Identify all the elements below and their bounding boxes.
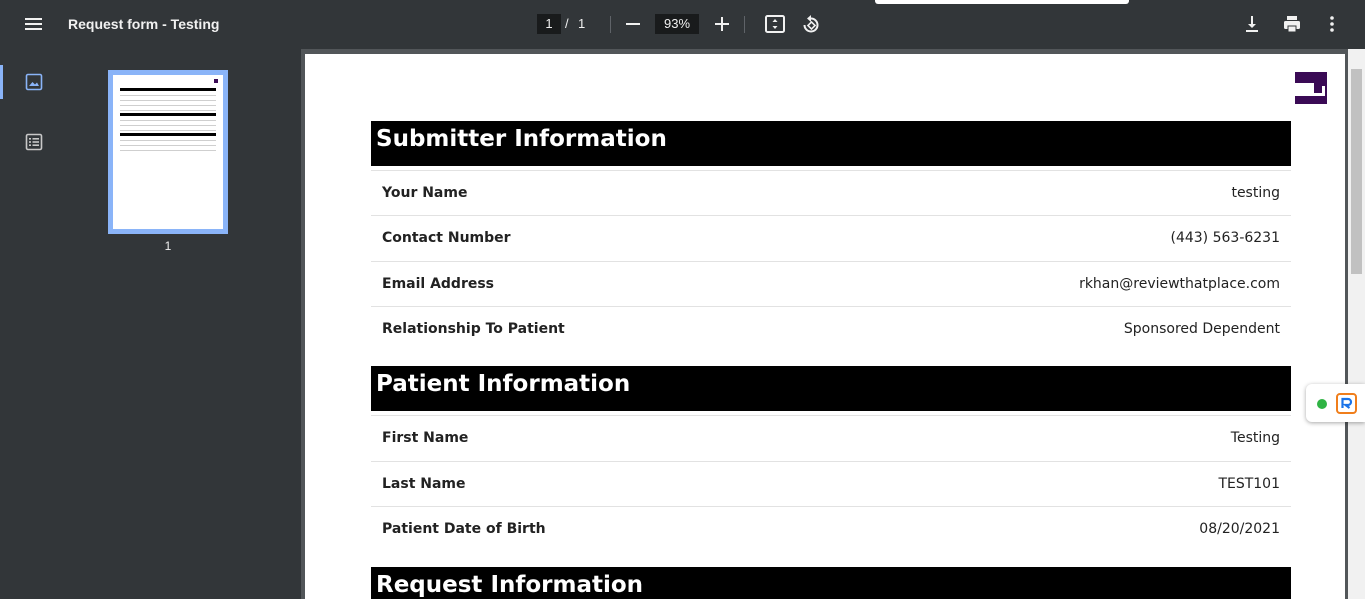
field-value: TEST101: [1218, 476, 1280, 492]
company-logo: [1295, 72, 1327, 104]
sidebar-active-indicator: [0, 65, 3, 99]
rotate-icon[interactable]: [799, 12, 823, 36]
field-value: 08/20/2021: [1199, 521, 1280, 537]
toolbar-divider: [744, 16, 745, 33]
thumbnail-page-number: 1: [164, 239, 172, 253]
online-status-icon: [1317, 399, 1327, 409]
zoom-level-input[interactable]: 93%: [655, 14, 699, 34]
field-label: First Name: [382, 430, 469, 446]
vertical-scrollbar[interactable]: [1348, 49, 1365, 599]
field-value: (443) 563-6231: [1170, 230, 1281, 246]
sidebar: 1: [0, 49, 301, 599]
scrollbar-thumb[interactable]: [1351, 69, 1362, 274]
field-value: testing: [1231, 185, 1280, 201]
download-icon[interactable]: [1240, 12, 1264, 36]
section-title-submitter: Submitter Information: [371, 121, 1291, 166]
page-thumbnail[interactable]: [108, 70, 228, 234]
field-label: Last Name: [382, 476, 466, 492]
page-separator: /: [565, 16, 569, 31]
field-row: Email Address rkhan@reviewthatplace.com: [371, 261, 1291, 307]
fit-page-icon[interactable]: [763, 12, 787, 36]
section-title-patient: Patient Information: [371, 366, 1291, 411]
extension-widget[interactable]: [1306, 384, 1365, 422]
field-row: Patient Date of Birth 08/20/2021: [371, 506, 1291, 552]
field-label: Email Address: [382, 276, 495, 292]
pdf-page: Submitter Information Your Name testing …: [305, 54, 1345, 599]
overlay-tab: [875, 0, 1129, 4]
thumbnails-icon[interactable]: [24, 72, 44, 92]
page-total: 1: [578, 16, 586, 31]
field-label: Your Name: [382, 185, 468, 201]
field-row: First Name Testing: [371, 415, 1291, 461]
section-title-request: Request Information: [371, 567, 1291, 599]
field-label: Relationship To Patient: [382, 321, 565, 337]
field-row: Your Name testing: [371, 170, 1291, 216]
field-label: Patient Date of Birth: [382, 521, 546, 537]
field-value: rkhan@reviewthatplace.com: [1079, 276, 1280, 292]
field-label: Contact Number: [382, 230, 511, 246]
thumbnail-logo: [214, 79, 218, 83]
field-value: Sponsored Dependent: [1123, 321, 1280, 337]
print-icon[interactable]: [1280, 12, 1304, 36]
page-number-input[interactable]: 1: [537, 14, 561, 34]
field-row: Relationship To Patient Sponsored Depend…: [371, 306, 1291, 352]
document-title: Request form - Testing: [68, 16, 220, 32]
field-value: Testing: [1230, 430, 1280, 446]
extension-logo-icon: [1336, 393, 1357, 414]
outline-icon[interactable]: [24, 132, 44, 152]
zoom-in-icon[interactable]: [710, 12, 734, 36]
field-row: Last Name TEST101: [371, 461, 1291, 507]
menu-icon[interactable]: [22, 14, 46, 34]
toolbar-divider: [610, 16, 611, 33]
more-icon[interactable]: [1320, 12, 1344, 36]
page-thumbnail-preview: [113, 75, 223, 229]
zoom-out-icon[interactable]: [621, 12, 645, 36]
field-row: Contact Number (443) 563-6231: [371, 215, 1291, 261]
pdf-toolbar: Request form - Testing 1 / 1 93%: [0, 0, 1365, 49]
